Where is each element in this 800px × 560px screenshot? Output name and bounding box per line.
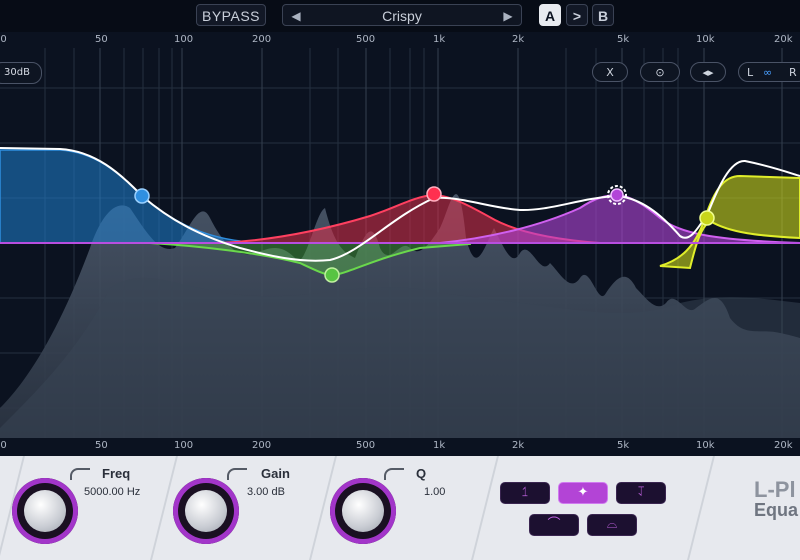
freq-label-500: 500 xyxy=(356,440,376,451)
logo-line-2: Equa xyxy=(754,500,799,520)
freq-hook-icon xyxy=(70,468,90,480)
bell-button[interactable]: ✦ xyxy=(558,482,608,504)
freq-label-5k: 5k xyxy=(617,34,630,45)
headphones-monitor-button[interactable]: ⊙ xyxy=(640,62,680,82)
stereo-arrows-icon: ◂▸ xyxy=(702,66,714,79)
freq-label-200: 200 xyxy=(252,440,272,451)
high-cut-button[interactable]: ⌓ xyxy=(587,514,637,536)
eq-graph[interactable] xyxy=(0,48,800,438)
panel-divider xyxy=(687,456,715,560)
freq-label-10k: 10k xyxy=(696,34,715,45)
preset-prev-icon[interactable]: ◀ xyxy=(287,5,305,27)
high-shelf-button[interactable]: ⥡ xyxy=(616,482,666,504)
freq-label-50: 50 xyxy=(95,440,108,451)
high-cut-icon: ⌓ xyxy=(606,517,618,532)
gain-hook-icon xyxy=(227,468,247,480)
gain-control: Gain 3.00 dB xyxy=(165,456,325,560)
band-4-node[interactable] xyxy=(610,188,624,202)
freq-label-500: 500 xyxy=(356,34,376,45)
freq-label-1k: 1k xyxy=(433,440,446,451)
product-logo: L-Pl Equa xyxy=(754,477,799,521)
copy-snapshot-button[interactable]: > xyxy=(566,4,588,26)
q-hook-icon xyxy=(384,468,404,480)
low-cut-button[interactable]: ⌒ xyxy=(529,514,579,536)
freq-label-50: 50 xyxy=(95,34,108,45)
freq-control: Freq 5000.00 Hz xyxy=(0,456,160,560)
freq-label-20: 20 xyxy=(0,440,7,451)
preset-next-icon[interactable]: ▶ xyxy=(499,5,517,27)
freq-label-20: 20 xyxy=(0,34,7,45)
reset-x-button[interactable]: X xyxy=(592,62,628,82)
low-cut-icon: ⌒ xyxy=(547,517,561,532)
freq-label-200: 200 xyxy=(252,34,272,45)
freq-label-20k: 20k xyxy=(774,34,793,45)
filter-type-selector: ⥠ ✦ ⥡ ⌒ ⌓ xyxy=(500,482,670,542)
logo-line-1: L-Pl xyxy=(754,477,796,502)
left-channel-label: L xyxy=(747,66,754,79)
band-5-node[interactable] xyxy=(699,210,715,226)
headphones-icon: ⊙ xyxy=(655,66,665,79)
freq-label-100: 100 xyxy=(174,34,194,45)
gain-value[interactable]: 3.00 dB xyxy=(247,486,285,498)
q-value[interactable]: 1.00 xyxy=(424,486,445,498)
channel-link-button[interactable]: L ∞ R xyxy=(738,62,800,82)
freq-label-10k: 10k xyxy=(696,440,715,451)
snapshot-b-button[interactable]: B xyxy=(592,4,614,26)
freq-knob[interactable] xyxy=(12,478,78,544)
low-shelf-button[interactable]: ⥠ xyxy=(500,482,550,504)
freq-label: Freq xyxy=(102,466,131,481)
q-label: Q xyxy=(416,466,427,481)
stereo-mode-button[interactable]: ◂▸ xyxy=(690,62,726,82)
frequency-scale-bottom: 20 50 100 200 500 1k 2k 5k 10k 20k xyxy=(0,440,800,454)
frequency-scale-top: 20 50 100 200 500 1k 2k 5k 10k 20k xyxy=(0,34,800,48)
freq-label-5k: 5k xyxy=(617,440,630,451)
bypass-button[interactable]: BYPASS xyxy=(196,4,266,26)
gain-label: Gain xyxy=(261,466,290,481)
preset-name: Crispy xyxy=(382,8,422,24)
q-control: Q 1.00 xyxy=(328,456,488,560)
band-3-node[interactable] xyxy=(426,186,442,202)
q-knob[interactable] xyxy=(330,478,396,544)
gain-knob[interactable] xyxy=(173,478,239,544)
preset-selector[interactable]: ◀ Crispy ▶ xyxy=(282,4,522,26)
link-icon: ∞ xyxy=(763,66,773,79)
freq-label-20k: 20k xyxy=(774,440,793,451)
snapshot-a-button[interactable]: A xyxy=(539,4,561,26)
bell-icon: ✦ xyxy=(577,485,589,500)
freq-label-1k: 1k xyxy=(433,34,446,45)
freq-value[interactable]: 5000.00 Hz xyxy=(84,486,140,498)
top-toolbar: BYPASS ◀ Crispy ▶ A > B xyxy=(0,0,800,32)
db-range-button[interactable]: 30dB xyxy=(0,62,42,84)
freq-label-2k: 2k xyxy=(512,34,525,45)
low-shelf-icon: ⥠ xyxy=(521,485,529,500)
right-channel-label: R xyxy=(789,66,797,79)
freq-label-2k: 2k xyxy=(512,440,525,451)
freq-label-100: 100 xyxy=(174,440,194,451)
high-shelf-icon: ⥡ xyxy=(637,485,645,500)
band-1-node[interactable] xyxy=(134,188,150,204)
band-control-panel: Freq 5000.00 Hz Gain 3.00 dB Q 1.00 ⥠ ✦ … xyxy=(0,456,800,560)
band-2-node[interactable] xyxy=(324,267,340,283)
